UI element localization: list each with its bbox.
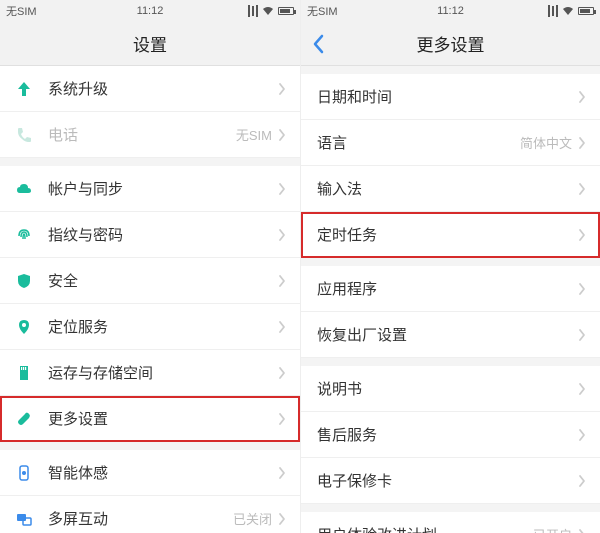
chevron-right-icon	[278, 412, 286, 426]
status-bar: 无SIM 11:12	[0, 0, 300, 22]
row-label: 定时任务	[317, 224, 578, 245]
row-label: 输入法	[317, 178, 578, 199]
vibrate-icon	[548, 5, 558, 17]
row-label: 智能体感	[48, 462, 278, 483]
motion-icon	[14, 463, 34, 483]
chevron-right-icon	[278, 128, 286, 142]
settings-row-more-settings[interactable]: 更多设置	[0, 396, 300, 442]
row-label: 售后服务	[317, 424, 578, 445]
row-label: 指纹与密码	[48, 224, 278, 245]
more-row-language[interactable]: 语言简体中文	[301, 120, 600, 166]
row-label: 应用程序	[317, 278, 578, 299]
chevron-right-icon	[278, 182, 286, 196]
phone-icon	[14, 125, 34, 145]
settings-row-fingerprint-password[interactable]: 指纹与密码	[0, 212, 300, 258]
chevron-right-icon	[278, 366, 286, 380]
vibrate-icon	[248, 5, 258, 17]
chevron-right-icon	[278, 228, 286, 242]
cloud-icon	[14, 179, 34, 199]
chevron-right-icon	[578, 382, 586, 396]
arrow-up-icon	[14, 79, 34, 99]
row-label: 日期和时间	[317, 86, 578, 107]
chevron-right-icon	[578, 182, 586, 196]
row-label: 更多设置	[48, 408, 278, 429]
settings-row-security[interactable]: 安全	[0, 258, 300, 304]
settings-row-smart-motion[interactable]: 智能体感	[0, 442, 300, 496]
row-label: 定位服务	[48, 316, 278, 337]
chevron-right-icon	[278, 274, 286, 288]
more-row-uex[interactable]: 用户体验改进计划已开启	[301, 504, 600, 533]
row-label: 多屏互动	[48, 508, 233, 529]
more-row-date-time[interactable]: 日期和时间	[301, 66, 600, 120]
chevron-right-icon	[578, 328, 586, 342]
row-label: 运存与存储空间	[48, 362, 278, 383]
wifi-icon	[262, 6, 274, 16]
chevron-right-icon	[278, 466, 286, 480]
page-header: 设置	[0, 22, 300, 66]
row-label: 电子保修卡	[317, 470, 578, 491]
chevron-right-icon	[278, 82, 286, 96]
more-row-factory-reset[interactable]: 恢复出厂设置	[301, 312, 600, 358]
row-label: 电话	[48, 124, 236, 145]
row-label: 恢复出厂设置	[317, 324, 578, 345]
chevron-right-icon	[578, 136, 586, 150]
sdcard-icon	[14, 363, 34, 383]
row-value: 无SIM	[236, 125, 272, 144]
more-row-after-sales[interactable]: 售后服务	[301, 412, 600, 458]
settings-row-system-upgrade[interactable]: 系统升级	[0, 66, 300, 112]
status-bar: 无SIM 11:12	[301, 0, 600, 22]
page-title: 更多设置	[417, 31, 485, 56]
more-row-apps[interactable]: 应用程序	[301, 258, 600, 312]
shield-icon	[14, 271, 34, 291]
row-value: 已关闭	[233, 509, 272, 528]
wifi-icon	[562, 6, 574, 16]
chevron-right-icon	[578, 90, 586, 104]
chevron-right-icon	[578, 228, 586, 242]
wrench-icon	[14, 409, 34, 429]
page-title: 设置	[133, 31, 167, 56]
battery-icon	[278, 7, 294, 15]
row-label: 安全	[48, 270, 278, 291]
more-row-manual[interactable]: 说明书	[301, 358, 600, 412]
settings-row-storage[interactable]: 运存与存储空间	[0, 350, 300, 396]
more-row-ewarranty[interactable]: 电子保修卡	[301, 458, 600, 504]
chevron-right-icon	[278, 320, 286, 334]
fingerprint-icon	[14, 225, 34, 245]
page-header: 更多设置	[301, 22, 600, 66]
row-label: 系统升级	[48, 78, 278, 99]
more-settings-pane: 无SIM 11:12 更多设置 日期和时间语言简体中文输入法定时任务应用程序恢复…	[300, 0, 600, 533]
chevron-right-icon	[578, 474, 586, 488]
multiscreen-icon	[14, 509, 34, 529]
row-label: 说明书	[317, 378, 578, 399]
more-row-scheduled-tasks[interactable]: 定时任务	[301, 212, 600, 258]
location-icon	[14, 317, 34, 337]
more-row-ime[interactable]: 输入法	[301, 166, 600, 212]
settings-pane: 无SIM 11:12 设置 系统升级电话无SIM 帐户与同步指纹与密码安全定位服务…	[0, 0, 300, 533]
chevron-right-icon	[578, 528, 586, 533]
back-button[interactable]	[311, 22, 325, 65]
settings-row-multi-screen[interactable]: 多屏互动已关闭	[0, 496, 300, 533]
battery-icon	[578, 7, 594, 15]
row-label: 语言	[317, 132, 520, 153]
settings-list: 系统升级电话无SIM 帐户与同步指纹与密码安全定位服务运存与存储空间更多设置智能体…	[0, 66, 300, 533]
settings-row-phone[interactable]: 电话无SIM	[0, 112, 300, 158]
chevron-right-icon	[278, 512, 286, 526]
more-settings-list: 日期和时间语言简体中文输入法定时任务应用程序恢复出厂设置说明书售后服务电子保修卡…	[301, 66, 600, 533]
row-value: 已开启	[533, 525, 572, 533]
settings-row-location[interactable]: 定位服务	[0, 304, 300, 350]
chevron-right-icon	[578, 428, 586, 442]
row-label: 帐户与同步	[48, 178, 278, 199]
row-value: 简体中文	[520, 133, 572, 152]
chevron-right-icon	[578, 282, 586, 296]
row-label: 用户体验改进计划	[317, 524, 533, 533]
settings-row-accounts-sync[interactable]: 帐户与同步	[0, 158, 300, 212]
